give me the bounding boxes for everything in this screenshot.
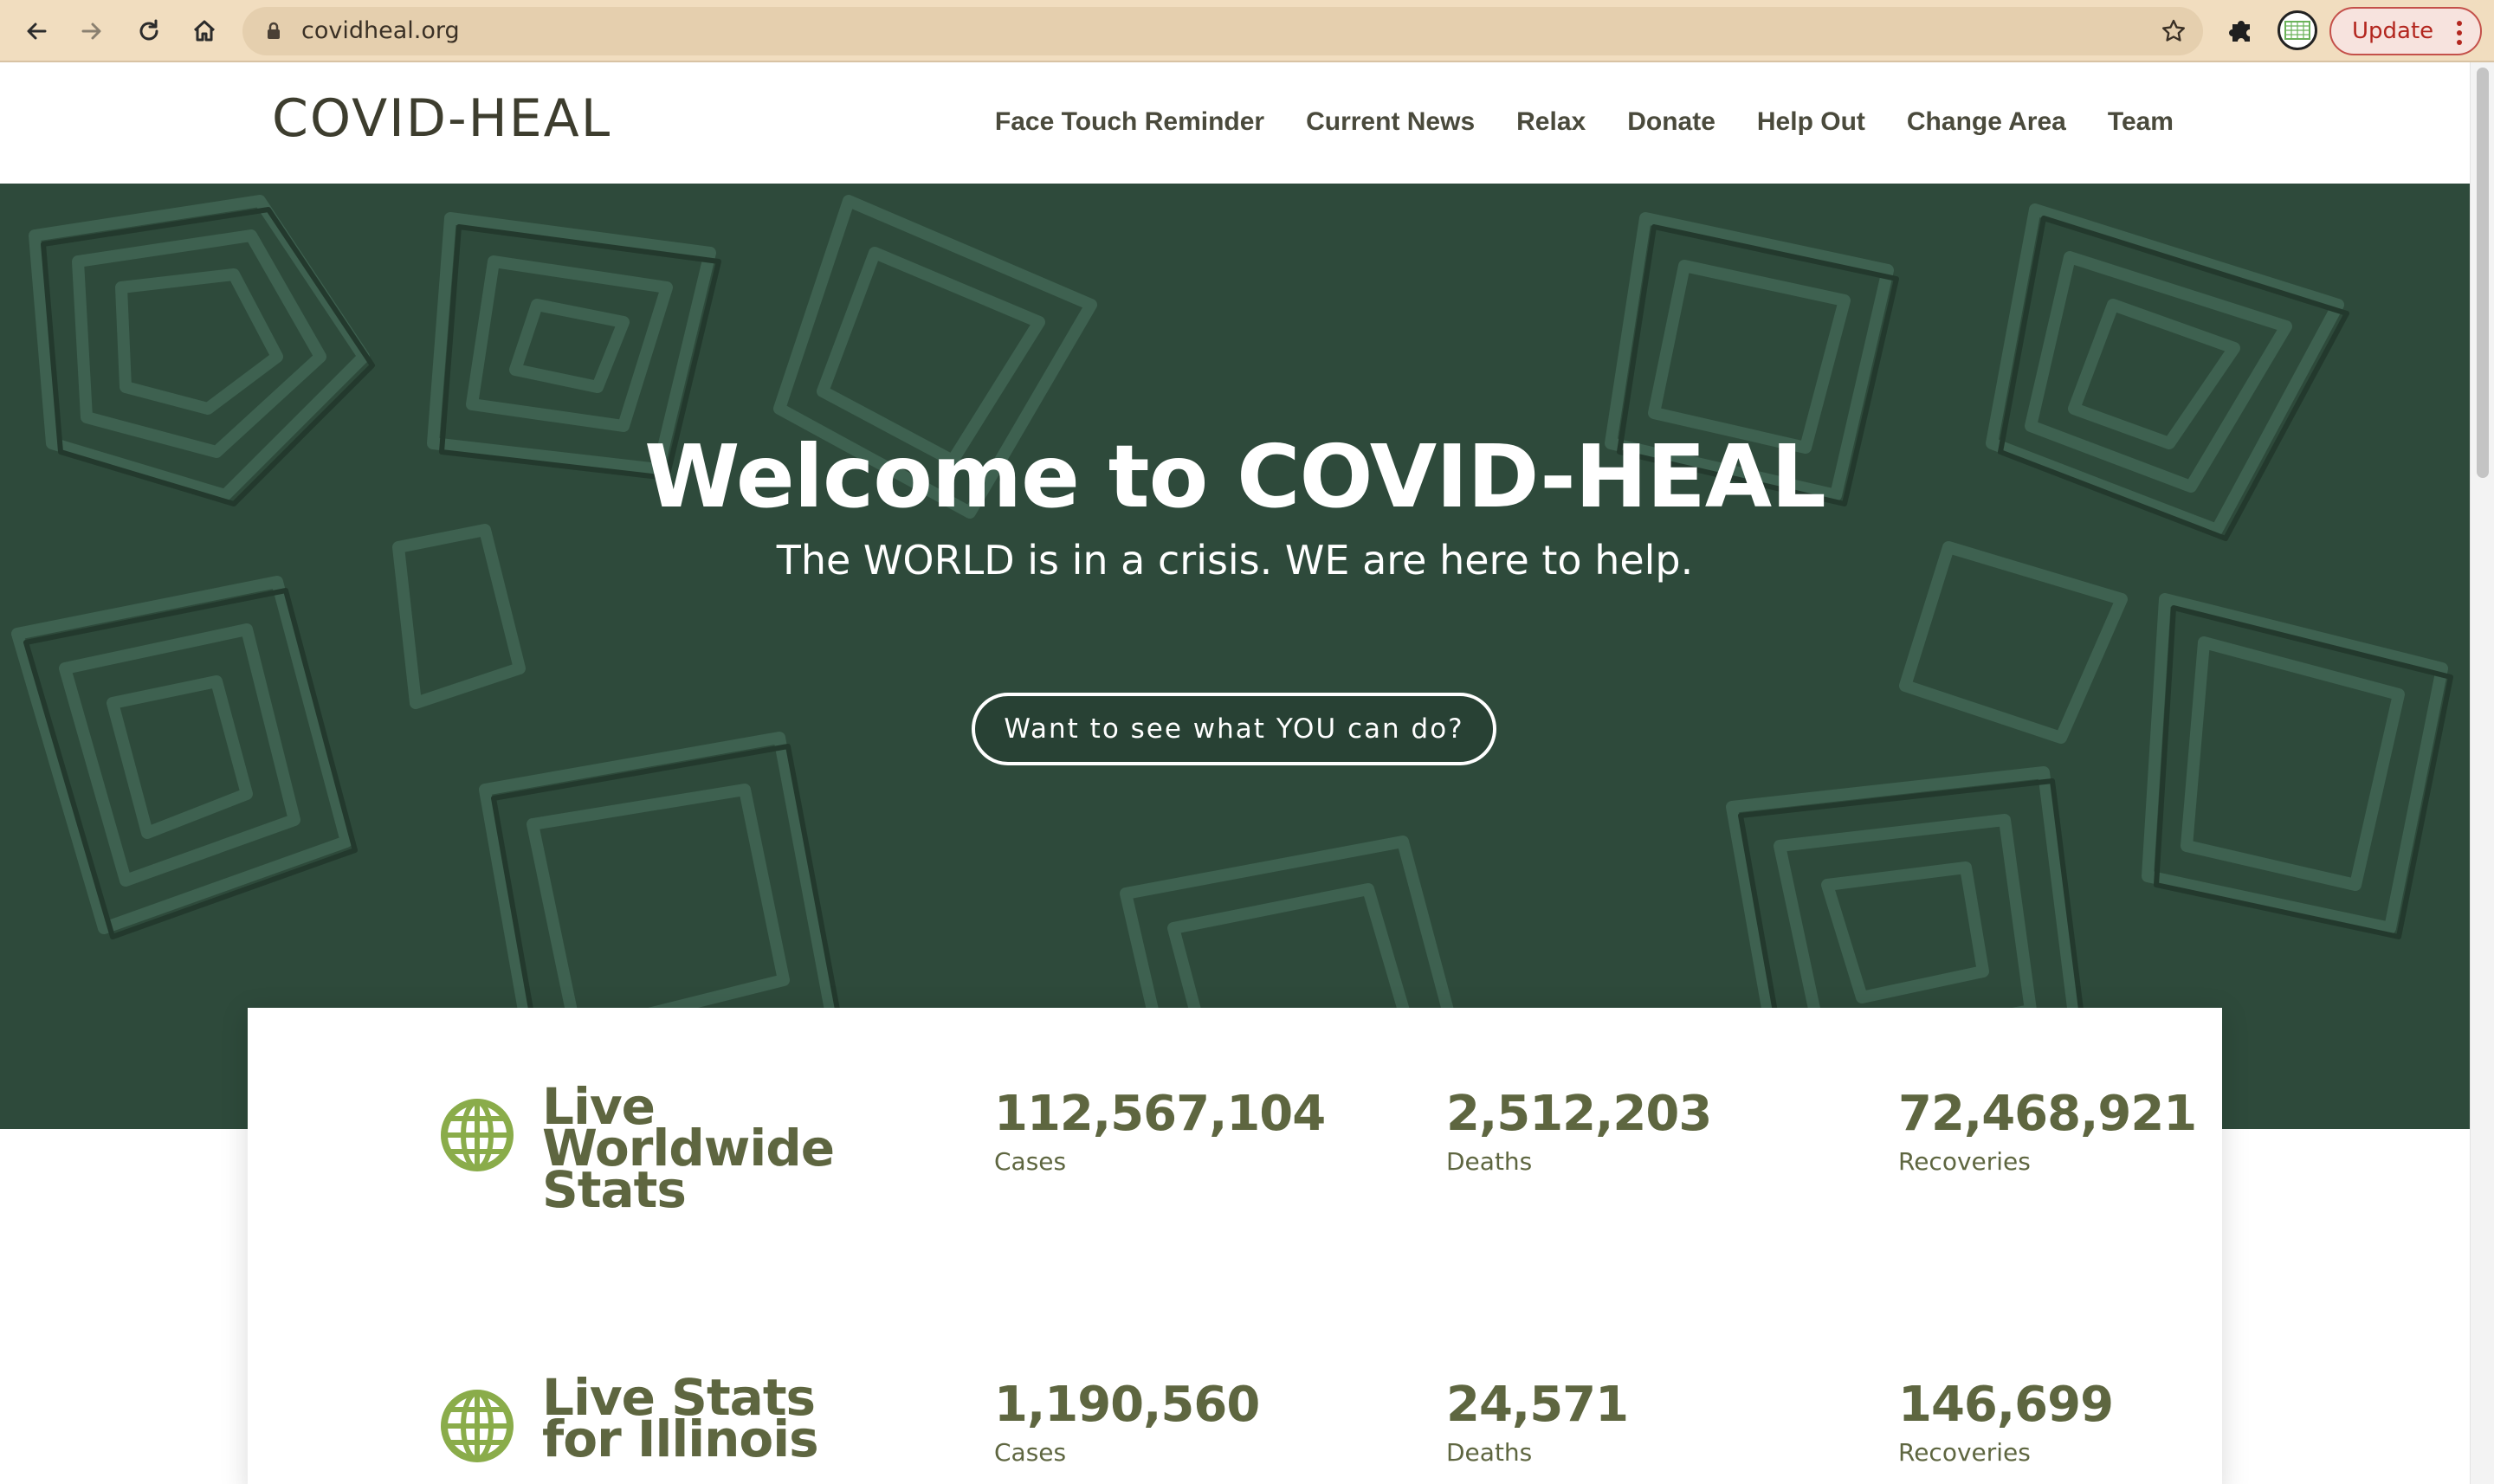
cases-value: 1,190,560 (994, 1377, 1260, 1433)
hero-section: Welcome to COVID-HEAL The WORLD is in a … (0, 184, 2470, 1129)
hero-background-pattern (11, 195, 2453, 1125)
cta-button[interactable]: Want to see what YOU can do? (972, 693, 1496, 765)
menu-item-team[interactable]: Team (2108, 107, 2174, 137)
illinois-stats-row: Live Stats for Illinois 1,190,560 Cases … (248, 1372, 2222, 1484)
avatar-image-icon (2284, 21, 2310, 40)
deaths-value: 24,571 (1446, 1377, 1629, 1433)
menu-item-change-area[interactable]: Change Area (1907, 107, 2066, 137)
globe-icon (441, 1390, 514, 1462)
heading-line: for Illinois (542, 1410, 819, 1468)
scrollbar-thumb[interactable] (2477, 68, 2489, 478)
update-label: Update (2352, 18, 2434, 44)
bookmark-star-icon[interactable] (2160, 17, 2187, 45)
cases-value: 112,567,104 (994, 1086, 1326, 1142)
url-text[interactable]: covidheal.org (301, 7, 460, 55)
globe-icon (441, 1099, 514, 1171)
menu-item-help-out[interactable]: Help Out (1757, 107, 1865, 137)
recoveries-value: 72,468,921 (1898, 1086, 2197, 1142)
illinois-cases: 1,190,560 Cases (994, 1377, 1260, 1467)
browser-toolbar: covidheal.org Update (0, 0, 2494, 62)
arrow-right-icon (81, 23, 101, 40)
menu-item-current-news[interactable]: Current News (1306, 107, 1475, 137)
worldwide-deaths: 2,512,203 Deaths (1446, 1086, 1712, 1176)
illinois-stats-heading: Live Stats for Illinois (542, 1372, 837, 1468)
worldwide-stats-heading: Live Worldwide Stats (542, 1081, 837, 1215)
hero-subtitle: The WORLD is in a crisis. WE are here to… (776, 537, 1694, 584)
forward-button[interactable] (71, 10, 113, 52)
arrow-left-icon (27, 23, 47, 40)
address-bar[interactable]: covidheal.org (242, 7, 2203, 55)
worldwide-stats-row: Live Worldwide Stats 112,567,104 Cases 2… (248, 1081, 2222, 1259)
illinois-recoveries: 146,699 Recoveries (1898, 1377, 2114, 1467)
reload-button[interactable] (128, 10, 170, 52)
cases-label: Cases (994, 1438, 1067, 1467)
update-button[interactable]: Update (2329, 7, 2482, 55)
site-header: COVID-HEAL Face Touch Reminder Current N… (0, 62, 2470, 184)
site-logo[interactable]: COVID-HEAL (272, 88, 611, 149)
recoveries-value: 146,699 (1898, 1377, 2114, 1433)
recoveries-label: Recoveries (1898, 1438, 2031, 1467)
cases-label: Cases (994, 1147, 1067, 1176)
recoveries-label: Recoveries (1898, 1147, 2031, 1176)
deaths-label: Deaths (1446, 1438, 1533, 1467)
menu-item-relax[interactable]: Relax (1516, 107, 1586, 137)
extensions-puzzle-icon[interactable] (2226, 14, 2257, 45)
menu-item-face-touch-reminder[interactable]: Face Touch Reminder (995, 107, 1264, 137)
reload-icon (139, 19, 158, 41)
live-stats-card: Live Worldwide Stats 112,567,104 Cases 2… (248, 1008, 2222, 1484)
illinois-deaths: 24,571 Deaths (1446, 1377, 1629, 1467)
more-vert-icon (2457, 21, 2462, 45)
main-menu: Face Touch Reminder Current News Relax D… (995, 107, 2174, 137)
worldwide-cases: 112,567,104 Cases (994, 1086, 1326, 1176)
deaths-value: 2,512,203 (1446, 1086, 1712, 1142)
hero-title: Welcome to COVID-HEAL (644, 426, 1826, 527)
worldwide-recoveries: 72,468,921 Recoveries (1898, 1086, 2197, 1176)
deaths-label: Deaths (1446, 1147, 1533, 1176)
home-button[interactable] (184, 10, 225, 52)
menu-item-donate[interactable]: Donate (1627, 107, 1715, 137)
profile-avatar[interactable] (2278, 10, 2317, 50)
lock-icon (268, 22, 280, 39)
back-button[interactable] (16, 10, 57, 52)
home-icon (193, 20, 216, 42)
